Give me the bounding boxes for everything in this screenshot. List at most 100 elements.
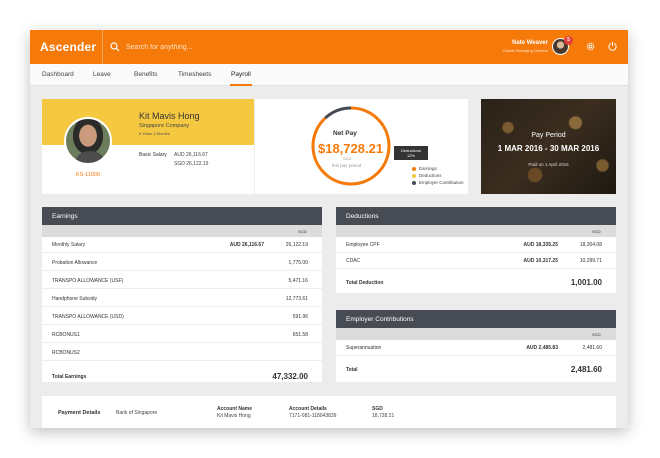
deductions-tooltip: Deductions 12% xyxy=(394,146,428,160)
payment-details: Payment Details Bank of Singapore Accoun… xyxy=(42,396,616,428)
account-name-value: Kit Mavis Hong xyxy=(217,413,251,419)
row-label: Handphone Subsidy xyxy=(52,296,98,302)
tab-leave[interactable]: Leave xyxy=(93,71,111,78)
row-label: Monthly Salary xyxy=(52,242,86,248)
main-nav: Dashboard Leave Benefits Timesheets Payr… xyxy=(30,64,628,86)
employee-info: KS-11000 Kit Mavis Hong Singapore Compan… xyxy=(42,99,254,194)
app-logo[interactable]: Ascender xyxy=(40,40,96,54)
row-sgd: 12,773.61 xyxy=(285,296,308,302)
row-sgd: 591.96 xyxy=(292,314,308,320)
row-sgd: 18,304.08 xyxy=(579,242,602,248)
earnings-panel: Earnings SGD Monthly Salary AUD 26,116.67… xyxy=(42,207,322,382)
basic-salary-sgd: SGD 26,122.19 xyxy=(174,161,209,167)
account-details-value: 7171-081-118043839 xyxy=(289,413,337,419)
top-bar: Ascender Nate Weaver Global Managing Dir… xyxy=(30,30,628,64)
earnings-currency-header: SGD xyxy=(298,229,307,234)
row-label: Employee CPF xyxy=(346,242,380,248)
tab-benefits[interactable]: Benefits xyxy=(134,71,158,78)
legend-deductions: Deductions xyxy=(412,173,442,178)
legend-earnings-label: Earnings xyxy=(419,166,437,171)
row-label: RCBONUS2 xyxy=(52,350,80,356)
row-label: TRANSPO ALLOWANCE (USF) xyxy=(52,278,124,284)
employee-company: Singapore Company xyxy=(139,123,190,129)
legend-deductions-label: Deductions xyxy=(419,173,442,178)
row-sgd: 1,775.00 xyxy=(288,260,308,266)
legend-employer: Employer Contribution xyxy=(412,180,464,185)
deductions-panel: Deductions SGD Employee CPF AUD 18,335.25… xyxy=(336,207,616,293)
power-icon[interactable] xyxy=(607,41,618,52)
basic-salary-label: Basic Salary xyxy=(139,152,167,158)
payment-bank: Bank of Singapore xyxy=(116,410,158,416)
earnings-title: Earnings xyxy=(42,207,322,225)
total-label: Total xyxy=(346,367,358,373)
row-sgd: 26,122.19 xyxy=(285,242,308,248)
earnings-subheader: SGD xyxy=(42,225,322,237)
legend-earnings-dot xyxy=(412,166,416,171)
table-row: RCBONUS2 xyxy=(42,345,322,361)
total-row: Total 2,481.60 xyxy=(336,360,616,380)
row-aud: AUD 26,116.67 xyxy=(229,242,264,248)
tab-timesheets[interactable]: Timesheets xyxy=(178,71,211,78)
table-row: Superannuation AUD 2,485.83 2,481.60 xyxy=(336,340,616,356)
table-row: Monthly Salary AUD 26,116.67 26,122.19 xyxy=(42,237,322,253)
header-divider xyxy=(102,30,103,64)
table-row: Employee CPF AUD 18,335.25 18,304.08 xyxy=(336,237,616,253)
tooltip-value: 12% xyxy=(406,153,415,158)
row-label: CDAC xyxy=(346,258,361,264)
user-role: Global Managing Director xyxy=(502,48,548,53)
row-label: Superannuation xyxy=(346,345,382,351)
pay-period-range: 1 MAR 2016 - 30 MAR 2016 xyxy=(497,144,600,153)
total-row: Total Earnings 47,332.00 xyxy=(42,367,322,387)
notification-badge[interactable]: 5 xyxy=(564,36,573,45)
employer-currency-header: SGD xyxy=(592,332,601,337)
legend-employer-label: Employer Contribution xyxy=(419,180,464,185)
row-aud: AUD 10,317.25 xyxy=(523,258,558,264)
net-pay-label: Net Pay xyxy=(333,130,357,137)
row-sgd: 2,481.60 xyxy=(582,345,602,351)
user-name[interactable]: Nate Weaver xyxy=(512,40,548,46)
account-name-label: Account Name xyxy=(217,406,253,412)
row-sgd: 651.58 xyxy=(292,332,308,338)
legend-deductions-dot xyxy=(412,173,416,178)
employee-id: KS-11000 xyxy=(76,172,101,178)
table-row: Probation Allowance 1,775.00 xyxy=(42,255,322,271)
row-label: Probation Allowance xyxy=(52,260,98,266)
search-icon[interactable] xyxy=(110,42,120,52)
total-value: 2,481.60 xyxy=(570,365,602,374)
total-label: Total Deduction xyxy=(346,280,384,286)
legend-employer-dot xyxy=(412,180,416,185)
employer-subheader: SGD xyxy=(336,328,616,340)
net-pay-currency: SGD xyxy=(343,156,352,161)
row-sgd: 10,299.71 xyxy=(579,258,602,264)
gear-icon[interactable] xyxy=(585,41,596,52)
legend-earnings: Earnings xyxy=(412,166,437,171)
search-input[interactable] xyxy=(126,40,326,54)
row-sgd: 5,471.16 xyxy=(288,278,308,284)
payment-sgd-value: 18,728.21 xyxy=(372,413,395,419)
table-row: TRANSPO ALLOWANCE (USF) 5,471.16 xyxy=(42,273,322,289)
tab-dashboard[interactable]: Dashboard xyxy=(42,71,74,78)
employee-name: Kit Mavis Hong xyxy=(139,111,200,121)
deductions-subheader: SGD xyxy=(336,225,616,237)
pay-period-card[interactable]: Pay Period 1 MAR 2016 - 30 MAR 2016 Paid… xyxy=(481,99,616,194)
app-window: Ascender Nate Weaver Global Managing Dir… xyxy=(30,30,628,428)
deductions-currency-header: SGD xyxy=(592,229,601,234)
total-row: Total Deduction 1,001.00 xyxy=(336,273,616,293)
payment-title: Payment Details xyxy=(58,410,101,416)
deductions-title: Deductions xyxy=(336,207,616,225)
tab-payroll[interactable]: Payroll xyxy=(231,71,251,78)
pay-period-label: Pay Period xyxy=(531,132,566,139)
employer-title: Employer Contributions xyxy=(336,310,616,328)
employer-panel: Employer Contributions SGD Superannuatio… xyxy=(336,310,616,382)
table-row: Handphone Subsidy 12,773.61 xyxy=(42,291,322,307)
row-label: RCBONUS1 xyxy=(52,332,80,338)
pay-period-paid: Paid on 1 April 2016 xyxy=(528,162,569,167)
profile-card: KS-11000 Kit Mavis Hong Singapore Compan… xyxy=(42,99,468,194)
total-label: Total Earnings xyxy=(52,374,87,380)
total-value: 1,001.00 xyxy=(570,278,602,287)
net-pay-value: $18,728.21 xyxy=(318,141,384,156)
row-aud: AUD 18,335.25 xyxy=(523,242,558,248)
row-label: TRANSPO ALLOWANCE (USD) xyxy=(52,314,124,320)
table-row: TRANSPO ALLOWANCE (USD) 591.96 xyxy=(42,309,322,325)
table-row: CDAC AUD 10,317.25 10,299.71 xyxy=(336,253,616,269)
